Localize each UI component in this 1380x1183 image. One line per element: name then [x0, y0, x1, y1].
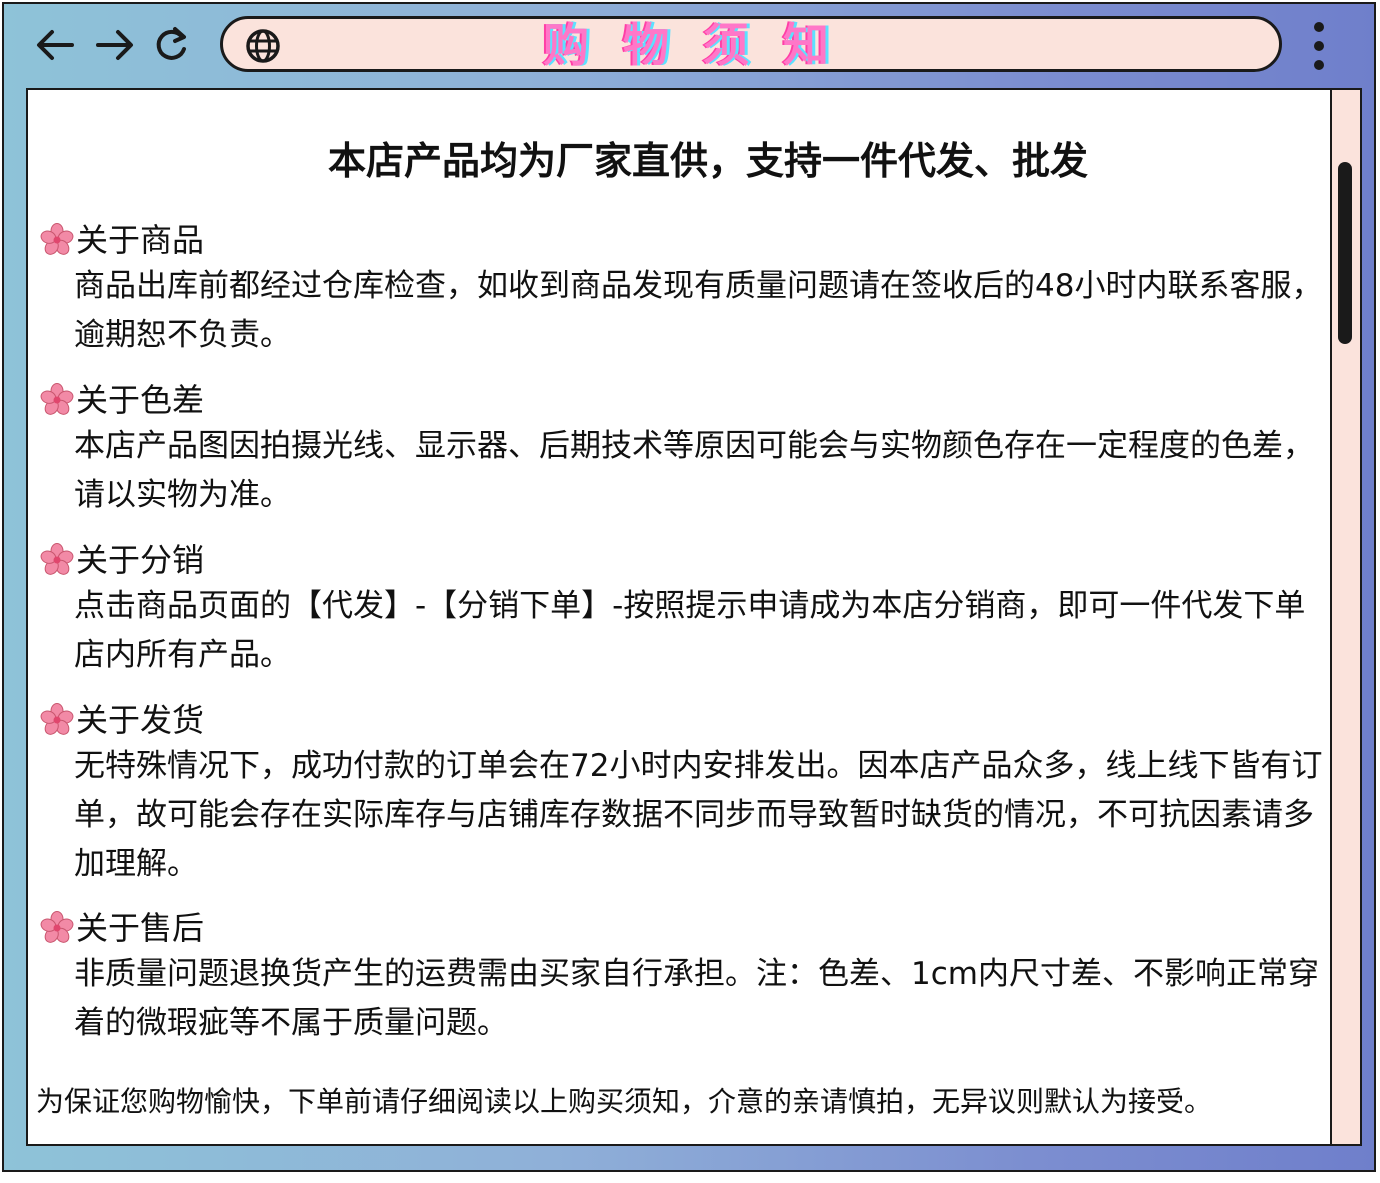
page-headline: 本店产品均为厂家直供，支持一件代发、批发 [327, 139, 1088, 183]
reload-button[interactable] [148, 22, 194, 68]
back-button[interactable] [32, 22, 78, 68]
section-shipping: 关于发货 无特殊情况下，成功付款的订单会在72小时内安排发出。因本店产品众多，线… [40, 700, 1330, 889]
flower-icon [40, 383, 74, 415]
menu-dot [1314, 22, 1324, 32]
arrow-right-icon [96, 30, 133, 60]
section-after-sales: 关于售后 非质量问题退换货产生的运费需由买家自行承担。注：色差、1cm内尺寸差、… [40, 908, 1330, 1048]
section-body: 非质量问题退换货产生的运费需由买家自行承担。注：色差、1cm内尺寸差、不影响正常… [74, 956, 1319, 1041]
section-title: 关于售后 [76, 909, 205, 947]
scrollbar-thumb[interactable] [1338, 162, 1352, 344]
scrollbar[interactable] [1330, 90, 1360, 1144]
content-panel: 本店产品均为厂家直供，支持一件代发、批发 关于商品 商品出库前都经过仓库检查，如… [26, 88, 1362, 1146]
section-distribution: 关于分销 点击商品页面的【代发】-【分销下单】-按照提示申请成为本店分销商，即可… [40, 540, 1330, 680]
vertical-dots-icon[interactable] [1306, 20, 1332, 72]
flower-icon [40, 543, 74, 575]
flower-icon [40, 911, 74, 943]
page-content: 本店产品均为厂家直供，支持一件代发、批发 关于商品 商品出库前都经过仓库检查，如… [28, 90, 1332, 1144]
menu-dot [1314, 41, 1324, 51]
section-title: 关于商品 [76, 221, 205, 259]
footer-notice: 为保证您购物愉快，下单前请仔细阅读以上购买须知，介意的亲请慎拍，无异议则默认为接… [36, 1085, 1213, 1118]
section-body: 本店产品图因拍摄光线、显示器、后期技术等原因可能会与实物颜色存在一定程度的色差，… [74, 428, 1314, 513]
address-bar[interactable]: 购物须知 [220, 16, 1282, 72]
section-title: 关于色差 [76, 381, 205, 419]
section-title: 关于发货 [76, 701, 205, 739]
section-title: 关于分销 [76, 541, 205, 579]
flower-icon [40, 223, 74, 255]
menu-dot [1314, 60, 1324, 70]
section-body: 点击商品页面的【代发】-【分销下单】-按照提示申请成为本店分销商，即可一件代发下… [74, 588, 1306, 673]
forward-button[interactable] [92, 22, 138, 68]
section-color-difference: 关于色差 本店产品图因拍摄光线、显示器、后期技术等原因可能会与实物颜色存在一定程… [40, 380, 1330, 520]
page-title: 购物须知 [543, 18, 863, 72]
section-goods: 关于商品 商品出库前都经过仓库检查，如收到商品发现有质量问题请在签收后的48小时… [40, 220, 1330, 360]
flower-icon [40, 703, 74, 735]
globe-icon [246, 29, 280, 63]
arrow-left-icon [37, 30, 74, 60]
section-body: 商品出库前都经过仓库检查，如收到商品发现有质量问题请在签收后的48小时内联系客服… [74, 268, 1323, 353]
browser-window: 购物须知 本店产品均为厂家直供，支持一件代发、批发 关于商品 商品出库前都经过仓… [2, 2, 1376, 1172]
section-body: 无特殊情况下，成功付款的订单会在72小时内安排发出。因本店产品众多，线上线下皆有… [74, 748, 1323, 882]
reload-icon [156, 27, 186, 60]
